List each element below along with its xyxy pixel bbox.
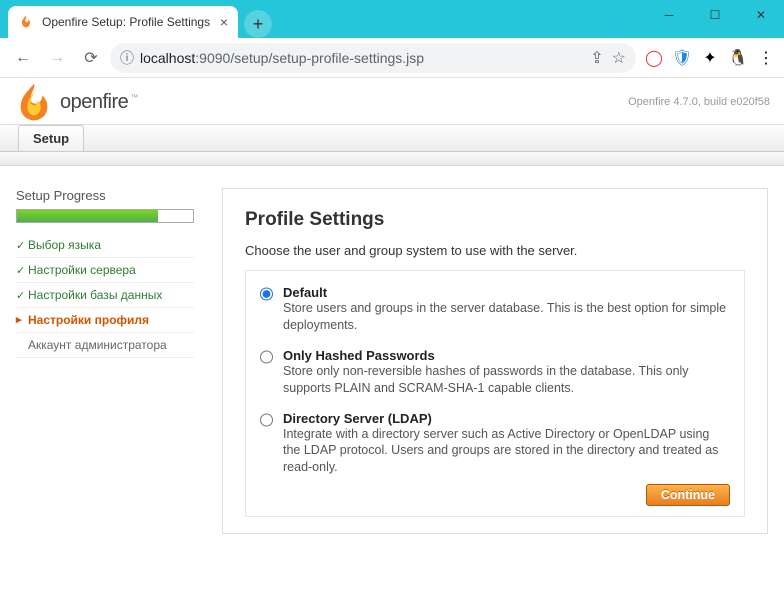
tab-close-icon[interactable]: × [220, 14, 228, 30]
page: openfire™ Openfire 4.7.0, build e020f58 … [0, 78, 784, 534]
option-desc: Integrate with a directory server such a… [283, 426, 730, 477]
logo-text: openfire™ [60, 91, 138, 114]
back-button[interactable]: ← [8, 43, 38, 73]
step-label: Аккаунт администратора [28, 338, 167, 352]
step-admin-account[interactable]: Аккаунт администратора [16, 333, 194, 358]
minimize-button[interactable]: ─ [646, 0, 692, 30]
url-host: localhost:9090/setup/setup-profile-setti… [140, 50, 424, 66]
extension-icon[interactable]: 🛡 [672, 48, 692, 68]
page-tabs: Setup [0, 124, 784, 152]
step-label: Настройки сервера [28, 263, 136, 277]
tab-title: Openfire Setup: Profile Settings [42, 15, 214, 29]
share-icon[interactable]: ⇪ [590, 48, 603, 68]
radio-hashed[interactable] [260, 350, 273, 364]
setup-steps: Выбор языка Настройки сервера Настройки … [16, 233, 194, 358]
browser-menu-icon[interactable]: ⋮ [756, 48, 776, 68]
radio-default[interactable] [260, 287, 273, 301]
option-ldap: Directory Server (LDAP) Integrate with a… [260, 411, 730, 477]
main: Profile Settings Choose the user and gro… [222, 188, 768, 534]
close-window-button[interactable]: ✕ [738, 0, 784, 30]
progress-fill [17, 210, 158, 222]
page-header: openfire™ Openfire 4.7.0, build e020f58 [0, 78, 784, 124]
panel: Profile Settings Choose the user and gro… [222, 188, 768, 534]
progress-bar [16, 209, 194, 223]
page-title: Profile Settings [245, 209, 745, 231]
profile-icon[interactable]: 🐧 [728, 48, 748, 68]
radio-ldap[interactable] [260, 413, 273, 427]
browser-titlebar: Openfire Setup: Profile Settings × + ─ ☐… [0, 0, 784, 38]
window-controls: ─ ☐ ✕ [646, 0, 784, 38]
bookmark-icon[interactable]: ☆ [612, 48, 626, 68]
step-profile-settings[interactable]: Настройки профиля [16, 308, 194, 333]
browser-tab[interactable]: Openfire Setup: Profile Settings × [8, 6, 238, 38]
option-desc: Store users and groups in the server dat… [283, 300, 730, 334]
options-group: Default Store users and groups in the se… [245, 270, 745, 517]
continue-button[interactable]: Continue [646, 484, 730, 506]
address-bar[interactable]: ⓘ localhost:9090/setup/setup-profile-set… [110, 43, 636, 73]
step-server-settings[interactable]: Настройки сервера [16, 258, 194, 283]
progress-title: Setup Progress [16, 188, 194, 203]
step-label: Настройки базы данных [28, 288, 162, 302]
intro-text: Choose the user and group system to use … [245, 243, 745, 258]
step-label: Выбор языка [28, 238, 101, 252]
tabs-subbar [0, 152, 784, 166]
maximize-button[interactable]: ☐ [692, 0, 738, 30]
tab-favicon [18, 14, 34, 30]
step-label: Настройки профиля [28, 313, 149, 327]
continue-wrap: Continue [260, 484, 730, 506]
logo: openfire™ [14, 82, 138, 122]
option-default: Default Store users and groups in the se… [260, 285, 730, 334]
version-text: Openfire 4.7.0, build e020f58 [628, 96, 770, 108]
extension-icon[interactable]: ◯ [644, 48, 664, 68]
option-hashed: Only Hashed Passwords Store only non-rev… [260, 348, 730, 397]
extensions-menu-icon[interactable]: ✦ [700, 48, 720, 68]
tab-setup[interactable]: Setup [18, 125, 84, 151]
step-language[interactable]: Выбор языка [16, 233, 194, 258]
extensions: ◯ 🛡 ✦ 🐧 ⋮ [644, 48, 776, 68]
site-info-icon[interactable]: ⓘ [120, 48, 134, 68]
option-title: Only Hashed Passwords [283, 348, 730, 363]
logo-flame-icon [14, 82, 54, 122]
new-tab-button[interactable]: + [244, 10, 272, 38]
address-actions: ⇪ ☆ [590, 48, 626, 68]
sidebar: Setup Progress Выбор языка Настройки сер… [16, 188, 194, 534]
option-title: Directory Server (LDAP) [283, 411, 730, 426]
step-database-settings[interactable]: Настройки базы данных [16, 283, 194, 308]
reload-button[interactable]: ⟳ [76, 43, 106, 73]
option-title: Default [283, 285, 730, 300]
option-desc: Store only non-reversible hashes of pass… [283, 363, 730, 397]
browser-toolbar: ← → ⟳ ⓘ localhost:9090/setup/setup-profi… [0, 38, 784, 78]
forward-button[interactable]: → [42, 43, 72, 73]
content: Setup Progress Выбор языка Настройки сер… [0, 166, 784, 534]
